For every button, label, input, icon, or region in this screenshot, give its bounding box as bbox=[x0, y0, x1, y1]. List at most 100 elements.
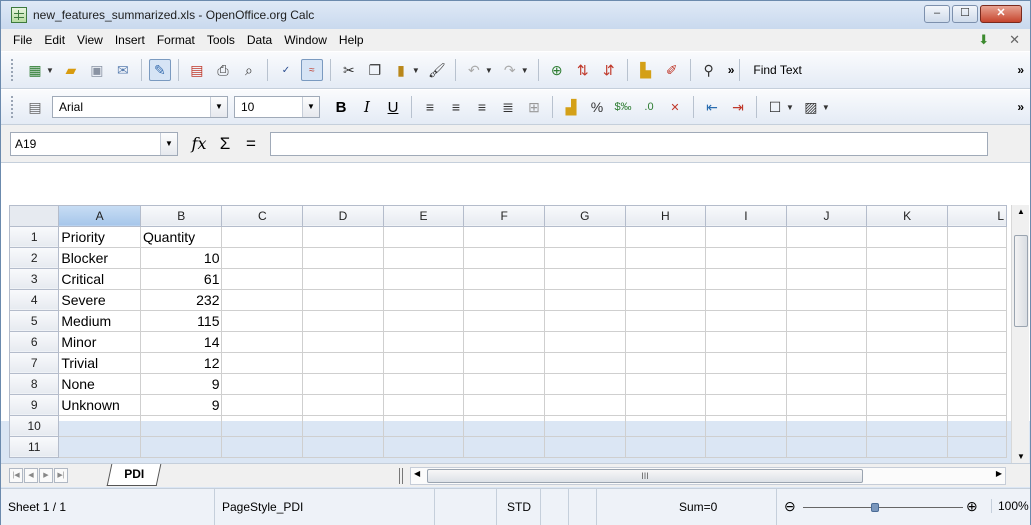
empty-cell[interactable] bbox=[866, 330, 948, 353]
empty-cell[interactable] bbox=[463, 330, 545, 353]
menu-file[interactable]: File bbox=[7, 33, 38, 47]
empty-cell[interactable] bbox=[382, 246, 465, 269]
row-header[interactable]: 9 bbox=[9, 393, 60, 416]
background-color-icon[interactable]: ▨ bbox=[800, 96, 822, 118]
empty-cell[interactable] bbox=[302, 435, 384, 458]
merge-cells-icon[interactable]: ⊞ bbox=[523, 96, 545, 118]
print-icon[interactable]: ⎙ bbox=[212, 59, 234, 81]
find-text-button[interactable]: Find Text bbox=[753, 63, 801, 77]
column-header-l[interactable]: L bbox=[946, 205, 1007, 227]
empty-cell[interactable] bbox=[302, 414, 384, 437]
empty-cell[interactable] bbox=[624, 246, 707, 269]
empty-cell[interactable] bbox=[302, 372, 384, 395]
empty-cell[interactable] bbox=[302, 393, 384, 416]
row-header[interactable]: 11 bbox=[9, 435, 60, 458]
open-folder-icon[interactable]: ▰ bbox=[60, 59, 82, 81]
empty-cell[interactable] bbox=[543, 351, 626, 374]
cell-a[interactable]: None bbox=[58, 372, 141, 395]
cell-a[interactable] bbox=[58, 414, 141, 437]
empty-cell[interactable] bbox=[785, 414, 868, 437]
scroll-up-icon[interactable]: ▲ bbox=[1012, 207, 1030, 216]
menu-edit[interactable]: Edit bbox=[38, 33, 71, 47]
row-header[interactable]: 1 bbox=[9, 225, 60, 248]
cell-a[interactable]: Trivial bbox=[58, 351, 141, 374]
empty-cell[interactable] bbox=[785, 288, 868, 311]
empty-cell[interactable] bbox=[946, 288, 1007, 311]
empty-cell[interactable] bbox=[705, 414, 787, 437]
hyperlink-icon[interactable]: ⊕ bbox=[546, 59, 568, 81]
empty-cell[interactable] bbox=[705, 246, 787, 269]
empty-cell[interactable] bbox=[382, 267, 465, 290]
font-name-combo[interactable]: Arial ▼ bbox=[52, 96, 228, 118]
empty-cell[interactable] bbox=[543, 246, 626, 269]
cell-b[interactable] bbox=[139, 414, 223, 437]
row-header[interactable]: 2 bbox=[9, 246, 60, 269]
empty-cell[interactable] bbox=[302, 246, 384, 269]
empty-cell[interactable] bbox=[946, 372, 1007, 395]
empty-cell[interactable] bbox=[785, 330, 868, 353]
close-document-button[interactable]: ✕ bbox=[1009, 32, 1020, 48]
italic-button[interactable]: I bbox=[356, 96, 378, 118]
empty-cell[interactable] bbox=[624, 351, 707, 374]
chevron-down-icon[interactable]: ▼ bbox=[210, 97, 227, 117]
spellcheck-icon[interactable]: ✓ bbox=[275, 59, 297, 81]
cell-b[interactable]: 9 bbox=[139, 372, 223, 395]
chevron-down-icon[interactable]: ▼ bbox=[302, 97, 319, 117]
empty-cell[interactable] bbox=[543, 414, 626, 437]
empty-cell[interactable] bbox=[624, 309, 707, 332]
scroll-right-icon[interactable]: ▶ bbox=[996, 469, 1002, 478]
clone-formatting-icon[interactable]: 🖌 bbox=[426, 59, 448, 81]
format-toolbar-overflow[interactable]: » bbox=[1017, 100, 1024, 114]
justify-icon[interactable]: ≣ bbox=[497, 96, 519, 118]
empty-cell[interactable] bbox=[624, 288, 707, 311]
align-left-icon[interactable]: ≡ bbox=[419, 96, 441, 118]
borders-icon[interactable]: ☐ bbox=[764, 96, 786, 118]
cell-b[interactable] bbox=[139, 435, 223, 458]
column-header-f[interactable]: F bbox=[463, 205, 545, 227]
empty-cell[interactable] bbox=[463, 414, 545, 437]
horizontal-scroll-thumb[interactable]: III bbox=[427, 469, 863, 483]
menu-data[interactable]: Data bbox=[241, 33, 278, 47]
empty-cell[interactable] bbox=[221, 330, 304, 353]
empty-cell[interactable] bbox=[946, 225, 1007, 248]
scroll-left-icon[interactable]: ◀ bbox=[414, 469, 420, 478]
function-icon[interactable]: = bbox=[238, 134, 264, 154]
empty-cell[interactable] bbox=[705, 288, 787, 311]
page-preview-icon[interactable]: ⌕ bbox=[238, 59, 260, 81]
new-dropdown-icon[interactable]: ▼ bbox=[46, 66, 54, 75]
empty-cell[interactable] bbox=[866, 435, 948, 458]
last-sheet-icon[interactable]: ▶| bbox=[54, 468, 68, 483]
empty-cell[interactable] bbox=[624, 225, 707, 248]
empty-cell[interactable] bbox=[463, 246, 545, 269]
page-style[interactable]: PageStyle_PDI bbox=[215, 489, 435, 525]
empty-cell[interactable] bbox=[866, 246, 948, 269]
zoom-out-icon[interactable]: ⊖ bbox=[784, 498, 796, 515]
empty-cell[interactable] bbox=[382, 351, 465, 374]
copy-icon[interactable]: ❐ bbox=[364, 59, 386, 81]
email-icon[interactable]: ✉ bbox=[112, 59, 134, 81]
toolbar-overflow[interactable]: » bbox=[728, 63, 735, 77]
cell-a[interactable]: Minor bbox=[58, 330, 141, 353]
autospellcheck-icon[interactable]: ≈ bbox=[300, 59, 323, 81]
empty-cell[interactable] bbox=[543, 372, 626, 395]
menu-window[interactable]: Window bbox=[278, 33, 333, 47]
empty-cell[interactable] bbox=[221, 435, 304, 458]
sum-value[interactable]: Sum=0 bbox=[597, 489, 777, 525]
empty-cell[interactable] bbox=[785, 267, 868, 290]
empty-cell[interactable] bbox=[785, 372, 868, 395]
empty-cell[interactable] bbox=[866, 372, 948, 395]
cell-a[interactable]: Severe bbox=[58, 288, 141, 311]
find-toolbar-overflow[interactable]: » bbox=[1017, 63, 1024, 77]
row-header[interactable]: 7 bbox=[9, 351, 60, 374]
empty-cell[interactable] bbox=[302, 288, 384, 311]
empty-cell[interactable] bbox=[463, 372, 545, 395]
cell-b[interactable]: 232 bbox=[139, 288, 223, 311]
cell-b[interactable]: 9 bbox=[139, 393, 223, 416]
select-all-corner[interactable] bbox=[9, 205, 60, 227]
empty-cell[interactable] bbox=[785, 435, 868, 458]
empty-cell[interactable] bbox=[866, 225, 948, 248]
empty-cell[interactable] bbox=[624, 435, 707, 458]
vertical-scrollbar[interactable]: ▲ ▼ bbox=[1011, 205, 1029, 463]
row-header[interactable]: 4 bbox=[9, 288, 60, 311]
column-header-g[interactable]: G bbox=[543, 205, 626, 227]
